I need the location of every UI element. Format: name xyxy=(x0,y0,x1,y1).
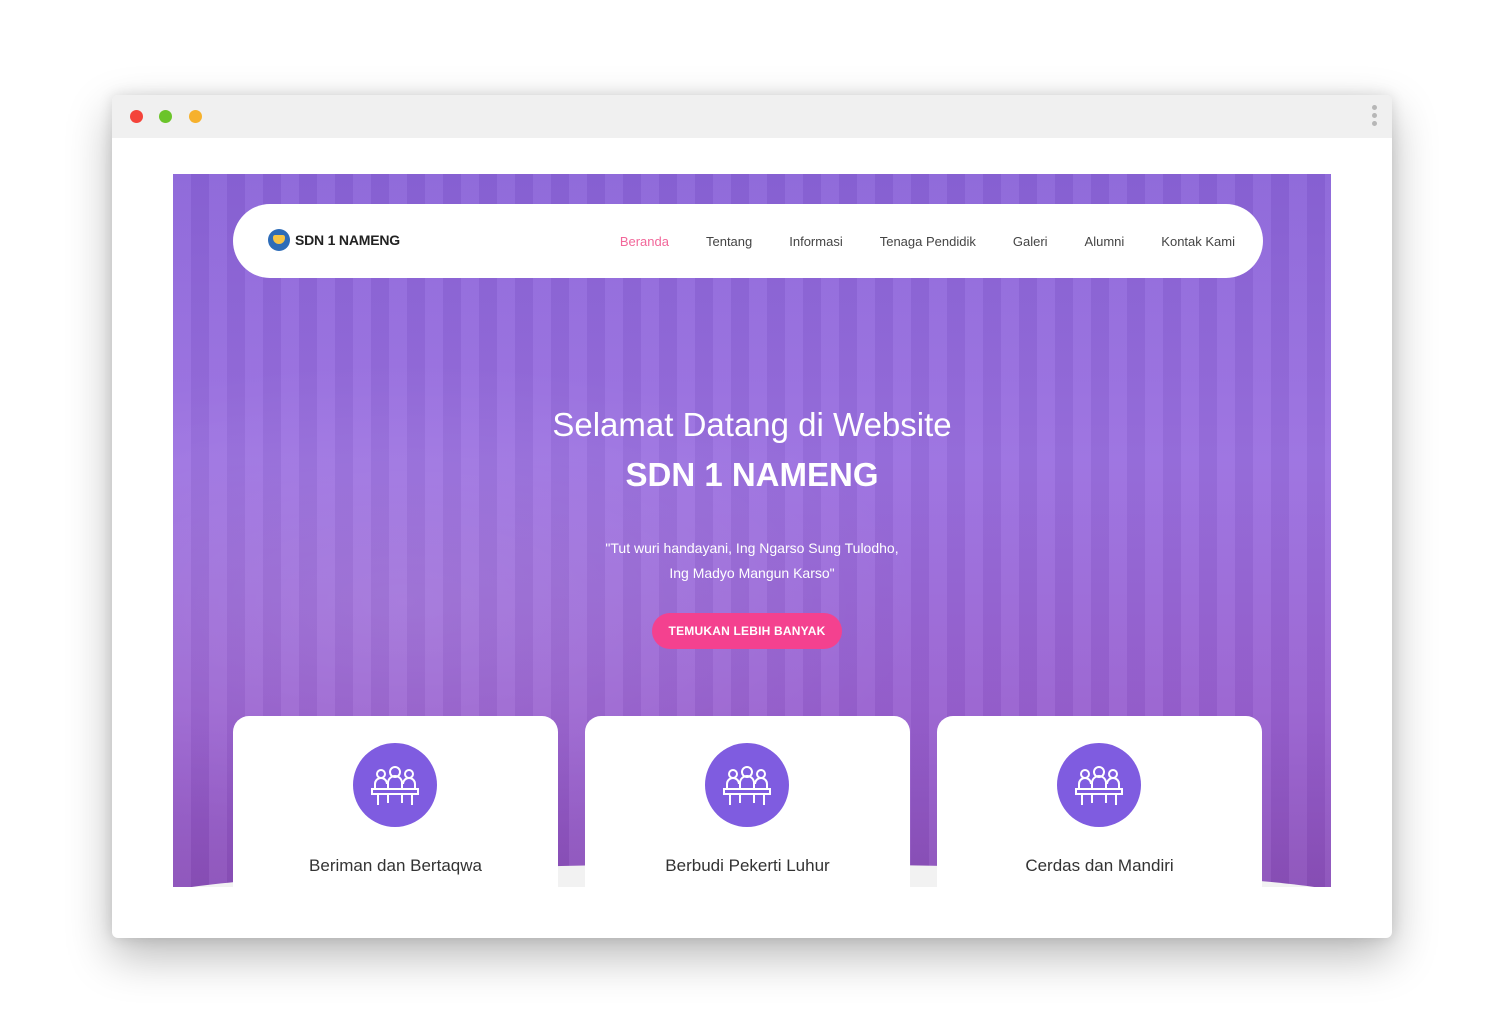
nav-item-kontak-kami[interactable]: Kontak Kami xyxy=(1161,234,1235,249)
feature-card-title: Cerdas dan Mandiri xyxy=(1025,856,1174,875)
kebab-menu-icon[interactable] xyxy=(1370,105,1378,129)
meeting-table-icon xyxy=(1057,743,1141,827)
hero-quote: "Tut wuri handayani, Ing Ngarso Sung Tul… xyxy=(173,536,1331,586)
feature-card[interactable]: Berbudi Pekerti Luhur xyxy=(585,716,910,887)
close-window-dot[interactable] xyxy=(130,110,143,123)
hero-quote-line2: Ing Madyo Mangun Karso" xyxy=(669,565,835,581)
brand-name: SDN 1 NAMENG xyxy=(295,232,400,248)
hero-title-line1: Selamat Datang di Website xyxy=(552,406,952,443)
nav-item-alumni[interactable]: Alumni xyxy=(1085,234,1125,249)
school-emblem-icon xyxy=(268,229,290,251)
feature-card[interactable]: Cerdas dan Mandiri xyxy=(937,716,1262,887)
nav-item-beranda[interactable]: Beranda xyxy=(620,234,669,249)
meeting-table-icon xyxy=(353,743,437,827)
browser-window: SDN 1 NAMENG Beranda Tentang Informasi T… xyxy=(112,95,1392,938)
feature-card-title: Beriman dan Bertaqwa xyxy=(309,856,482,875)
hero-quote-line1: "Tut wuri handayani, Ing Ngarso Sung Tul… xyxy=(605,540,899,556)
nav-item-galeri[interactable]: Galeri xyxy=(1013,234,1048,249)
hero-title-line2: SDN 1 NAMENG xyxy=(625,456,879,493)
nav-item-tentang[interactable]: Tentang xyxy=(706,234,752,249)
nav-menu: Beranda Tentang Informasi Tenaga Pendidi… xyxy=(583,234,1235,249)
page-viewport: SDN 1 NAMENG Beranda Tentang Informasi T… xyxy=(173,174,1331,887)
meeting-table-icon xyxy=(705,743,789,827)
nav-item-tenaga-pendidik[interactable]: Tenaga Pendidik xyxy=(880,234,976,249)
minimize-window-dot[interactable] xyxy=(189,110,202,123)
browser-titlebar xyxy=(112,95,1392,138)
site-logo[interactable]: SDN 1 NAMENG xyxy=(268,229,400,251)
nav-item-informasi[interactable]: Informasi xyxy=(789,234,842,249)
maximize-window-dot[interactable] xyxy=(159,110,172,123)
navbar: SDN 1 NAMENG Beranda Tentang Informasi T… xyxy=(233,204,1263,278)
cta-button[interactable]: TEMUKAN LEBIH BANYAK xyxy=(652,613,842,649)
feature-card-title: Berbudi Pekerti Luhur xyxy=(665,856,830,875)
feature-card[interactable]: Beriman dan Bertaqwa xyxy=(233,716,558,887)
